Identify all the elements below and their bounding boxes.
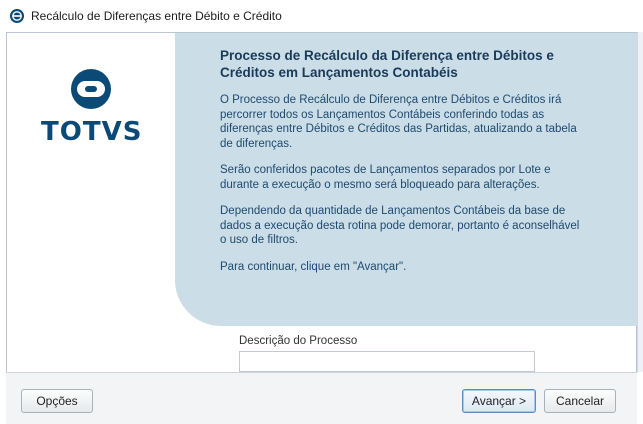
info-panel: Processo de Recálculo da Diferença entre… — [175, 33, 643, 326]
window-title: Recálculo de Diferenças entre Débito e C… — [31, 9, 282, 23]
logo-text: TOTVS — [41, 117, 143, 147]
description-input[interactable] — [239, 351, 535, 372]
info-paragraph-2: Serão conferidos pacotes de Lançamentos … — [220, 164, 551, 191]
process-title: Processo de Recálculo da Diferença entre… — [220, 48, 554, 80]
info-paragraph-1: O Processo de Recálculo de Diferença ent… — [220, 94, 577, 150]
totvs-app-icon — [9, 8, 25, 24]
next-button[interactable]: Avançar > — [462, 389, 536, 413]
title-bar: Recálculo de Diferenças entre Débito e C… — [0, 0, 643, 32]
totvs-logo-mark-icon — [71, 69, 111, 109]
description-label: Descrição do Processo — [239, 335, 358, 347]
info-paragraph-4: Para continuar, clique em "Avançar". — [220, 260, 407, 273]
totvs-logo: TOTVS — [41, 65, 143, 147]
wizard-frame: TOTVS Processo de Recálculo da Diferença… — [6, 32, 643, 424]
info-paragraph-3: Dependendo da quantidade de Lançamentos … — [220, 205, 580, 246]
options-button[interactable]: Opções — [21, 389, 93, 413]
footer-bar: Opções Avançar > Cancelar — [6, 372, 637, 424]
logo-area: TOTVS — [7, 33, 175, 373]
right-edge — [637, 32, 643, 372]
cancel-button[interactable]: Cancelar — [544, 389, 616, 413]
